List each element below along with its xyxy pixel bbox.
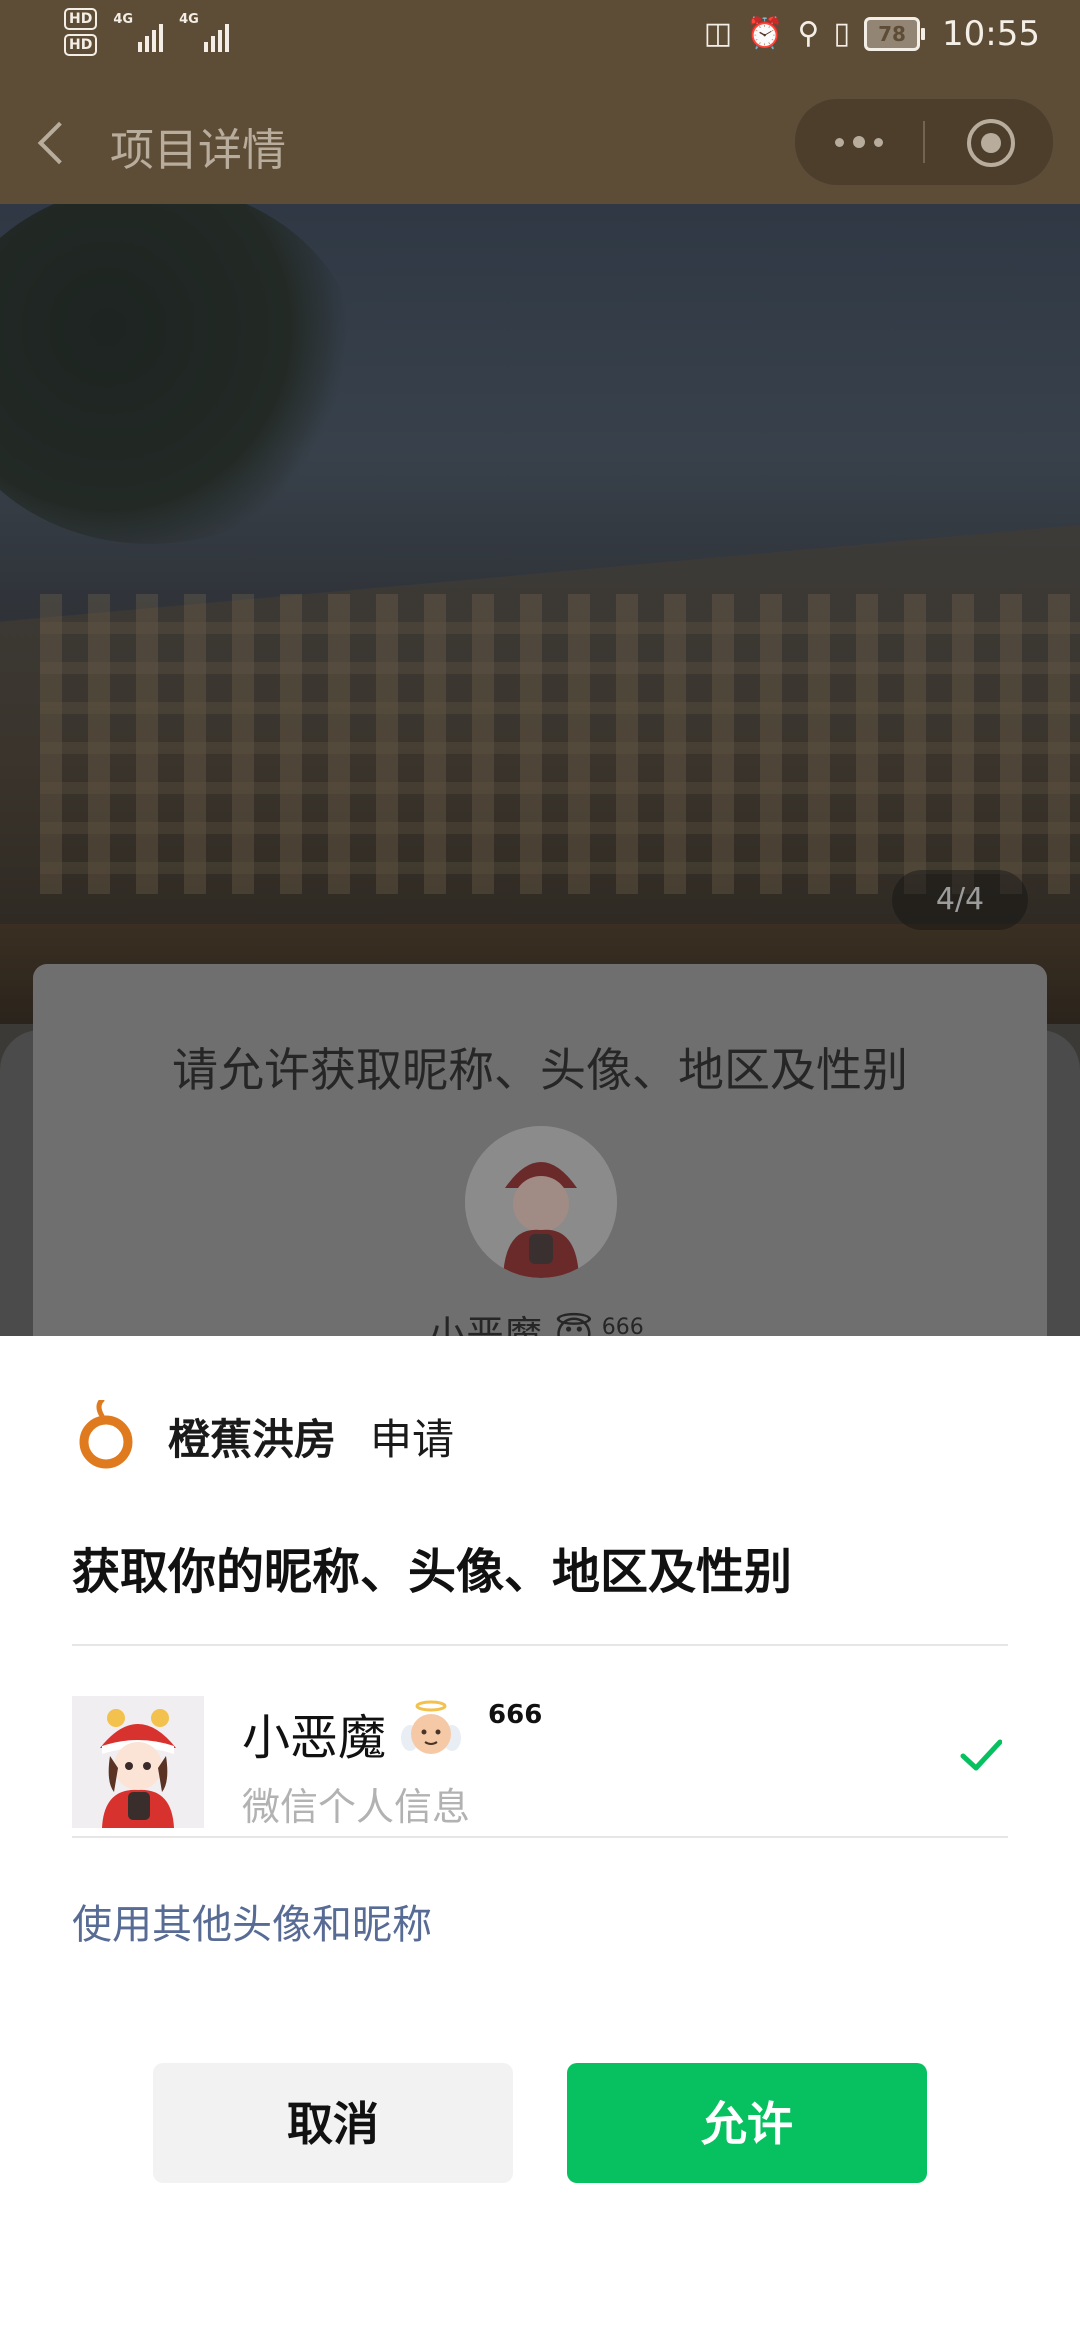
status-right: ◫ ⏰ ⚲ ▯ 78 10:55 xyxy=(704,14,1040,54)
status-bar: HD HD 4G 4G ◫ ⏰ ⚲ ▯ 78 10:55 xyxy=(0,0,1080,80)
hd-indicators: HD HD xyxy=(64,8,98,56)
avatar xyxy=(72,1696,204,1828)
checkmark-icon xyxy=(960,1739,1002,1771)
alarm-icon: ⏰ xyxy=(746,16,784,51)
network-type-1: 4G xyxy=(113,12,134,27)
capsule-divider xyxy=(923,121,925,163)
hd-badge-1: HD xyxy=(64,8,98,30)
profile-nickname-text: 小恶魔 xyxy=(242,1710,387,1766)
signal-2-icon: 4G xyxy=(179,12,229,52)
profile-nickname-sup: 666 xyxy=(488,1700,543,1730)
app-name: 橙蕉洪房 xyxy=(168,1414,337,1464)
photo-counter: 4/4 xyxy=(892,870,1028,930)
page-title: 项目详情 xyxy=(110,125,286,176)
screen: HD HD 4G 4G ◫ ⏰ ⚲ ▯ 78 10:55 项目详情 4/4 请允… xyxy=(0,0,1080,2340)
nfc-icon: ◫ xyxy=(703,16,733,51)
more-dots-icon[interactable] xyxy=(795,99,923,185)
mini-program-capsule xyxy=(794,98,1054,186)
authorization-sheet: 橙蕉洪房 申请 获取你的昵称、头像、地区及性别 小恶魔 666 微信个人信息 使… xyxy=(0,1336,1080,2340)
nav-bar: 项目详情 xyxy=(0,80,1080,204)
hd-badge-2: HD xyxy=(64,34,98,56)
photo-windows xyxy=(40,594,1080,894)
signal-1-icon: 4G xyxy=(113,12,164,52)
project-photo: 4/4 xyxy=(0,204,1080,1024)
background-avatar xyxy=(465,1126,617,1278)
back-chevron-icon[interactable] xyxy=(30,110,80,174)
orange-logo-icon xyxy=(79,1400,133,1469)
vibrate-icon: ▯ xyxy=(833,16,851,51)
photo-tree xyxy=(0,204,360,544)
clock: 10:55 xyxy=(942,14,1040,54)
app-action: 申请 xyxy=(370,1414,455,1464)
app-header: 橙蕉洪房 申请 xyxy=(72,1400,454,1472)
location-icon: ⚲ xyxy=(797,16,820,51)
profile-option[interactable]: 小恶魔 666 微信个人信息 xyxy=(72,1676,1008,1852)
close-target-icon[interactable] xyxy=(967,119,1015,167)
battery-icon: 78 xyxy=(864,17,926,51)
profile-subtitle: 微信个人信息 xyxy=(242,1785,471,1829)
allow-button[interactable]: 允许 xyxy=(567,2063,927,2183)
network-type-2: 4G xyxy=(179,12,199,27)
profile-nickname: 小恶魔 666 xyxy=(242,1698,542,1768)
background-dialog-title: 请允许获取昵称、头像、地区及性别 xyxy=(172,1043,908,1097)
sheet-title: 获取你的昵称、头像、地区及性别 xyxy=(72,1544,793,1600)
signal-group: HD HD 4G 4G xyxy=(64,8,229,56)
divider-bottom xyxy=(72,1836,1008,1838)
angel-emoji-icon xyxy=(401,1700,462,1754)
cancel-button[interactable]: 取消 xyxy=(153,2063,513,2183)
use-other-avatar-link[interactable]: 使用其他头像和昵称 xyxy=(72,1892,432,1950)
divider-top xyxy=(72,1644,1008,1646)
